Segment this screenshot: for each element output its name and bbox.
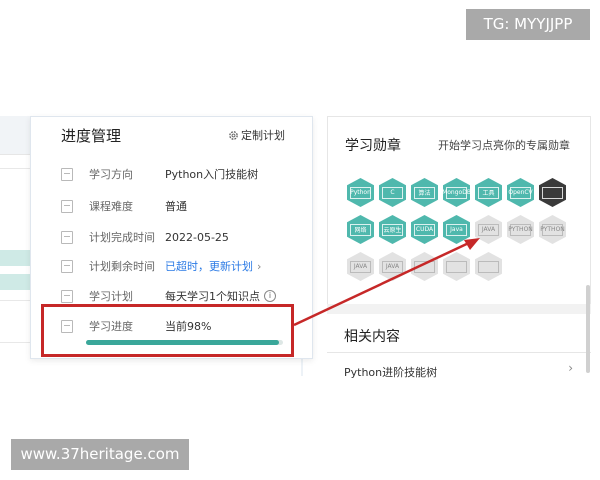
row-plan-remaining-time: 计划剩余时间 已超时，更新计划 › — [61, 256, 261, 276]
update-plan-link[interactable]: 已超时，更新计划 — [165, 258, 253, 274]
badges-title: 学习勋章 — [345, 138, 401, 154]
custom-plan-button[interactable]: 定制计划 — [228, 127, 285, 143]
row-value: 2022-05-25 — [165, 230, 229, 244]
badge-label: OpenCV — [508, 186, 533, 199]
row-label: 计划剩余时间 — [89, 260, 155, 273]
info-icon[interactable]: i — [264, 290, 276, 302]
badge-label: Java — [446, 223, 467, 236]
popup-title: 进度管理 — [61, 127, 122, 145]
row-label: 学习计划 — [89, 290, 133, 303]
badge-icon[interactable]: MongoDB — [443, 178, 470, 207]
direction-icon — [61, 167, 73, 181]
badge-icon[interactable]: C — [379, 178, 406, 207]
badge-label: JAVA — [478, 223, 499, 236]
badge-label: PYTHON — [508, 223, 533, 236]
annotation-highlight-box — [41, 304, 294, 357]
chevron-right-icon: › — [568, 361, 573, 375]
badge-label: 算法 — [414, 186, 435, 199]
badge-icon[interactable]: Java — [443, 215, 470, 244]
calendar-icon — [61, 230, 73, 244]
badge-label: 工具 — [478, 186, 499, 199]
badge-label: CUDA — [414, 223, 435, 236]
row-value: 普通 — [165, 200, 187, 213]
badge-label: 云原生 — [382, 223, 403, 236]
badge-label — [542, 186, 563, 199]
badge-label: MongoDB — [443, 186, 470, 199]
badge-icon[interactable]: CUDA — [411, 215, 438, 244]
badge-label: Python — [350, 186, 371, 199]
badge-label — [446, 260, 467, 273]
badge-icon[interactable] — [539, 178, 566, 207]
chevron-right-icon: › — [257, 259, 262, 273]
row-label: 学习方向 — [89, 168, 133, 181]
badge-label — [414, 260, 435, 273]
badge-label: 网络 — [350, 223, 371, 236]
badge-icon[interactable]: JAVA — [347, 252, 374, 281]
badge-label: JAVA — [350, 260, 371, 273]
badge-icon[interactable]: Python — [347, 178, 374, 207]
divider — [327, 352, 591, 353]
badge-label: PYTHON — [540, 223, 565, 236]
badge-icon[interactable]: JAVA — [379, 252, 406, 281]
badge-icon[interactable]: 工具 — [475, 178, 502, 207]
row-learning-direction: 学习方向 Python入门技能树 — [61, 164, 258, 184]
badge-icon[interactable]: PYTHON — [539, 215, 566, 244]
badge-label: JAVA — [382, 260, 403, 273]
related-item-link[interactable]: Python进阶技能树 — [344, 364, 437, 380]
badges-card: 学习勋章 开始学习点亮你的专属勋章 Python C 算法 MongoDB 工具 Open… — [327, 116, 591, 306]
gear-icon — [229, 130, 238, 140]
badge-icon[interactable]: 云原生 — [379, 215, 406, 244]
row-value: Python入门技能树 — [165, 168, 259, 181]
tg-label: TG: MYYJJPP — [466, 9, 590, 40]
row-value: 每天学习1个知识点 — [165, 290, 260, 303]
watermark: www.37heritage.com — [11, 439, 189, 470]
scrollbar[interactable] — [586, 285, 590, 373]
section-divider — [327, 304, 591, 314]
badge-icon[interactable] — [411, 252, 438, 281]
badges-subtitle: 开始学习点亮你的专属勋章 — [438, 139, 570, 152]
badge-icon[interactable] — [475, 252, 502, 281]
difficulty-icon — [61, 199, 73, 213]
badge-icon[interactable]: PYTHON — [507, 215, 534, 244]
row-study-plan: 学习计划 每天学习1个知识点 i — [61, 286, 276, 306]
badge-icon[interactable]: 算法 — [411, 178, 438, 207]
badge-icon[interactable]: JAVA — [475, 215, 502, 244]
plan-icon — [61, 289, 73, 303]
badge-label: C — [382, 186, 403, 199]
clock-icon — [61, 259, 73, 273]
related-title: 相关内容 — [344, 329, 400, 345]
badge-icon[interactable]: OpenCV — [507, 178, 534, 207]
badge-label — [478, 260, 499, 273]
badge-icon[interactable]: 网络 — [347, 215, 374, 244]
row-plan-completion-time: 计划完成时间 2022-05-25 — [61, 227, 229, 247]
row-label: 计划完成时间 — [89, 231, 155, 244]
badge-icon[interactable] — [443, 252, 470, 281]
right-sidebar: 学习勋章 开始学习点亮你的专属勋章 Python C 算法 MongoDB 工具 Open… — [327, 116, 591, 380]
custom-plan-label: 定制计划 — [241, 129, 285, 142]
row-course-difficulty: 课程难度 普通 — [61, 196, 187, 216]
row-label: 课程难度 — [89, 200, 133, 213]
